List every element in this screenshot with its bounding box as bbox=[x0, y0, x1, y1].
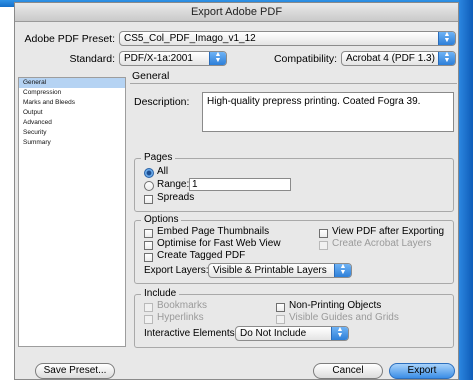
pages-all-radio[interactable] bbox=[144, 168, 154, 178]
preset-select[interactable]: CS5_Col_PDF_Imago_v1_12 ▲ ▼ bbox=[119, 31, 456, 46]
spreads-label: Spreads bbox=[157, 192, 195, 203]
options-group: Options Embed Page Thumbnails Optimise f… bbox=[134, 214, 454, 284]
non-printing-checkbox[interactable] bbox=[276, 303, 285, 312]
chevron-updown-icon: ▲ ▼ bbox=[331, 327, 348, 340]
chevron-updown-icon: ▲ ▼ bbox=[438, 32, 455, 45]
preset-label: Adobe PDF Preset: bbox=[24, 33, 115, 45]
view-after-label: View PDF after Exporting bbox=[332, 226, 445, 237]
sidebar-item-summary[interactable]: Summary bbox=[19, 138, 125, 148]
compatibility-value: Acrobat 4 (PDF 1.3) bbox=[346, 53, 435, 64]
standard-label: Standard: bbox=[69, 53, 115, 65]
embed-thumbnails-label: Embed Page Thumbnails bbox=[157, 226, 270, 237]
description-field[interactable]: High-quality prepress printing. Coated F… bbox=[202, 92, 454, 132]
sidebar-item-advanced[interactable]: Advanced bbox=[19, 118, 125, 128]
interactive-value: Do Not Include bbox=[240, 328, 307, 339]
sidebar-item-compression[interactable]: Compression bbox=[19, 88, 125, 98]
pages-group: Pages All Range: 1 Spreads bbox=[134, 152, 454, 212]
bookmarks-label: Bookmarks bbox=[157, 300, 208, 311]
hyperlinks-label: Hyperlinks bbox=[157, 312, 204, 323]
sidebar-item-general[interactable]: General bbox=[19, 78, 125, 88]
chevron-updown-icon: ▲ ▼ bbox=[438, 52, 455, 65]
acrobat-layers-label: Create Acrobat Layers bbox=[332, 238, 432, 249]
compatibility-select[interactable]: Acrobat 4 (PDF 1.3) ▲ ▼ bbox=[341, 51, 456, 66]
dialog-title: Export Adobe PDF bbox=[15, 3, 458, 22]
pages-range-input[interactable]: 1 bbox=[189, 178, 291, 191]
optimise-web-label: Optimise for Fast Web View bbox=[157, 238, 281, 249]
sidebar-item-marks-and-bleeds[interactable]: Marks and Bleeds bbox=[19, 98, 125, 108]
export-dialog: Export Adobe PDF Adobe PDF Preset: CS5_C… bbox=[14, 2, 459, 380]
general-panel: General Description: High-quality prepre… bbox=[130, 69, 457, 348]
options-title: Options bbox=[141, 214, 182, 225]
export-layers-label: Export Layers: bbox=[144, 265, 209, 276]
interactive-label: Interactive Elements: bbox=[144, 328, 238, 339]
export-layers-value: Visible & Printable Layers bbox=[213, 265, 327, 276]
pages-range-value: 1 bbox=[192, 179, 198, 190]
view-after-checkbox[interactable] bbox=[319, 229, 328, 238]
tagged-pdf-checkbox[interactable] bbox=[144, 253, 153, 262]
bookmarks-checkbox bbox=[144, 303, 153, 312]
divider bbox=[130, 83, 457, 84]
export-button[interactable]: Export bbox=[389, 363, 455, 379]
visible-guides-label: Visible Guides and Grids bbox=[289, 312, 399, 323]
include-title: Include bbox=[141, 288, 180, 299]
compatibility-label: Compatibility: bbox=[273, 53, 337, 65]
hyperlinks-checkbox bbox=[144, 315, 153, 324]
visible-guides-checkbox bbox=[276, 315, 285, 324]
description-value: High-quality prepress printing. Coated F… bbox=[207, 96, 421, 107]
preset-value: CS5_Col_PDF_Imago_v1_12 bbox=[124, 33, 256, 44]
chevron-updown-icon: ▲ ▼ bbox=[209, 52, 226, 65]
save-preset-button[interactable]: Save Preset... bbox=[35, 363, 115, 379]
chevron-updown-icon: ▲ ▼ bbox=[334, 264, 351, 277]
sidebar-item-output[interactable]: Output bbox=[19, 108, 125, 118]
sidebar-item-security[interactable]: Security bbox=[19, 128, 125, 138]
export-layers-select[interactable]: Visible & Printable Layers ▲ ▼ bbox=[208, 263, 352, 278]
panel-title: General bbox=[132, 70, 170, 82]
include-group: Include Bookmarks Hyperlinks Non-Printin… bbox=[134, 288, 454, 348]
category-sidebar: General Compression Marks and Bleeds Out… bbox=[18, 77, 126, 347]
embed-thumbnails-checkbox[interactable] bbox=[144, 229, 153, 238]
acrobat-layers-checkbox bbox=[319, 241, 328, 250]
pages-title: Pages bbox=[141, 152, 176, 163]
description-label: Description: bbox=[134, 96, 190, 108]
optimise-web-checkbox[interactable] bbox=[144, 241, 153, 250]
standard-select[interactable]: PDF/X-1a:2001 ▲ ▼ bbox=[119, 51, 227, 66]
spreads-checkbox[interactable] bbox=[144, 195, 153, 204]
background-frame-right bbox=[459, 0, 473, 380]
interactive-select[interactable]: Do Not Include ▲ ▼ bbox=[235, 326, 349, 341]
pages-range-radio[interactable] bbox=[144, 181, 154, 191]
non-printing-label: Non-Printing Objects bbox=[289, 300, 382, 311]
cancel-button[interactable]: Cancel bbox=[313, 363, 383, 379]
pages-all-label: All bbox=[157, 166, 169, 177]
standard-value: PDF/X-1a:2001 bbox=[124, 53, 193, 64]
pages-range-label: Range: bbox=[157, 179, 190, 190]
tagged-pdf-label: Create Tagged PDF bbox=[157, 250, 246, 261]
